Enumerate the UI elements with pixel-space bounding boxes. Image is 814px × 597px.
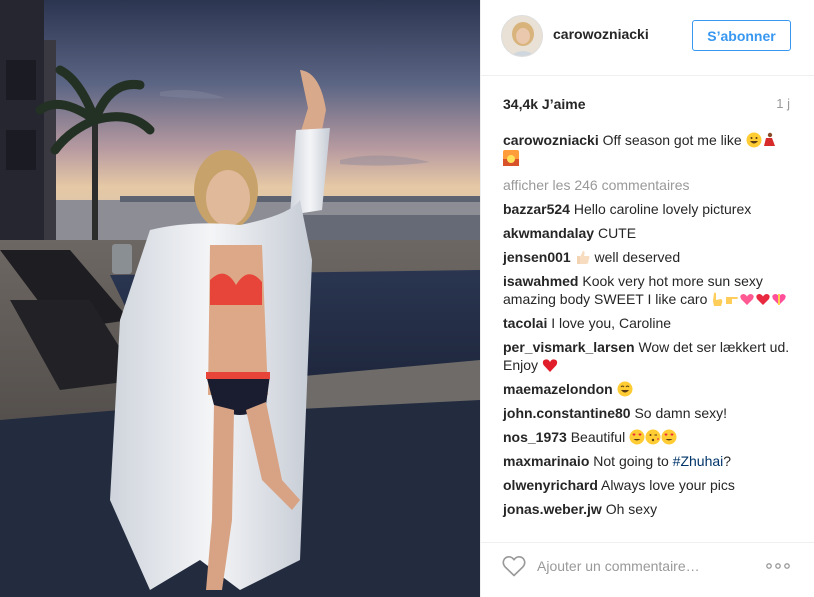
comment-row: maxmarinaio Not going to #Zhuhai? — [503, 452, 794, 470]
comment-username[interactable]: jensen001 — [503, 249, 571, 265]
grinning-emoji-icon — [746, 132, 762, 148]
comment-username[interactable]: nos_1973 — [503, 429, 567, 445]
comment-username[interactable]: jonas.weber.jw — [503, 501, 602, 517]
caption-text: Off season got me like — [602, 132, 742, 148]
comment-username[interactable]: olwenyrichard — [503, 477, 598, 493]
comment-text: Hello caroline lovely picturex — [573, 201, 752, 217]
comment-text-suffix: ? — [723, 453, 732, 469]
thumbs-up-emoji-icon — [576, 251, 590, 264]
comment-row: isawahmed Kook very hot more sun sexy am… — [503, 272, 794, 308]
caption: carowozniacki Off season got me like — [503, 131, 794, 167]
caption-username[interactable]: carowozniacki — [503, 132, 599, 148]
comment-row: olwenyrichard Always love your pics — [503, 476, 794, 494]
likes-count[interactable]: 34,4k J’aime — [503, 96, 586, 112]
point-right-emoji-icon — [726, 297, 739, 304]
dancer-emoji-icon — [763, 132, 775, 146]
follow-button[interactable]: S’abonner — [692, 20, 791, 51]
comment-text: So damn sexy! — [634, 405, 728, 421]
comment-username[interactable]: isawahmed — [503, 273, 578, 289]
comment-username[interactable]: john.constantine80 — [503, 405, 631, 421]
comment-text: CUTE — [597, 225, 637, 241]
comment-text: Oh sexy — [605, 501, 658, 517]
comment-row: tacolai I love you, Caroline — [503, 314, 794, 332]
comments-list: carowozniacki Off season got me like aff… — [503, 131, 794, 524]
avatar-image — [502, 16, 542, 56]
heart-emoji-icon — [756, 294, 770, 305]
comment-row: per_vismark_larsen Wow det ser lækkert u… — [503, 338, 794, 374]
post-photo[interactable] — [0, 0, 480, 597]
comment-text: I love you, Caroline — [551, 315, 672, 331]
comment-row: jonas.weber.jw Oh sexy — [503, 500, 794, 518]
comment-text: well deserved — [594, 249, 681, 265]
red-heart-emoji-icon — [542, 359, 558, 372]
post-side-panel: carowozniacki S’abonner 34,4k J’aime 1 j… — [480, 0, 814, 597]
comment-username[interactable]: per_vismark_larsen — [503, 339, 635, 355]
comment-footer — [481, 542, 814, 597]
heart-outline-icon[interactable] — [502, 555, 526, 577]
comment-text: Beautiful — [570, 429, 626, 445]
comment-input[interactable] — [537, 555, 757, 577]
post-time[interactable]: 1 j — [776, 96, 790, 111]
gift-heart-emoji-icon — [772, 294, 786, 305]
post-author-username[interactable]: carowozniacki — [553, 26, 649, 42]
comment-row: maemazelondon — [503, 380, 794, 398]
sunset-emoji-icon — [503, 150, 519, 166]
hashtag-link[interactable]: #Zhuhai — [673, 453, 724, 469]
pointing-hand-emoji-icon — [713, 292, 723, 306]
photo-scene — [0, 0, 480, 597]
avatar[interactable] — [501, 15, 543, 57]
comment-username[interactable]: tacolai — [503, 315, 547, 331]
comment-text: Not going to — [593, 453, 669, 469]
comment-username[interactable]: akwmandalay — [503, 225, 594, 241]
comment-text: Always love your pics — [601, 477, 735, 493]
comment-username[interactable]: bazzar524 — [503, 201, 570, 217]
post-header: carowozniacki S’abonner — [481, 0, 814, 76]
likes-row: 34,4k J’aime 1 j — [503, 96, 790, 114]
view-all-comments-link[interactable]: afficher les 246 commentaires — [503, 176, 794, 194]
ellipsis-icon[interactable] — [763, 557, 793, 575]
grinning-emoji-icon — [617, 381, 633, 397]
comment-username[interactable]: maemazelondon — [503, 381, 613, 397]
comment-row: akwmandalay CUTE — [503, 224, 794, 242]
comment-username[interactable]: maxmarinaio — [503, 453, 589, 469]
comment-row: bazzar524 Hello caroline lovely picturex — [503, 200, 794, 218]
heart-eyes-emoji-icon — [661, 429, 677, 445]
kissing-heart-emoji-icon — [645, 429, 661, 445]
heart-eyes-emoji-icon — [629, 429, 645, 445]
comment-row: jensen001 well deserved — [503, 248, 794, 266]
sparkling-heart-emoji-icon — [740, 294, 754, 305]
comment-row: john.constantine80 So damn sexy! — [503, 404, 794, 422]
comment-row: nos_1973 Beautiful — [503, 428, 794, 446]
